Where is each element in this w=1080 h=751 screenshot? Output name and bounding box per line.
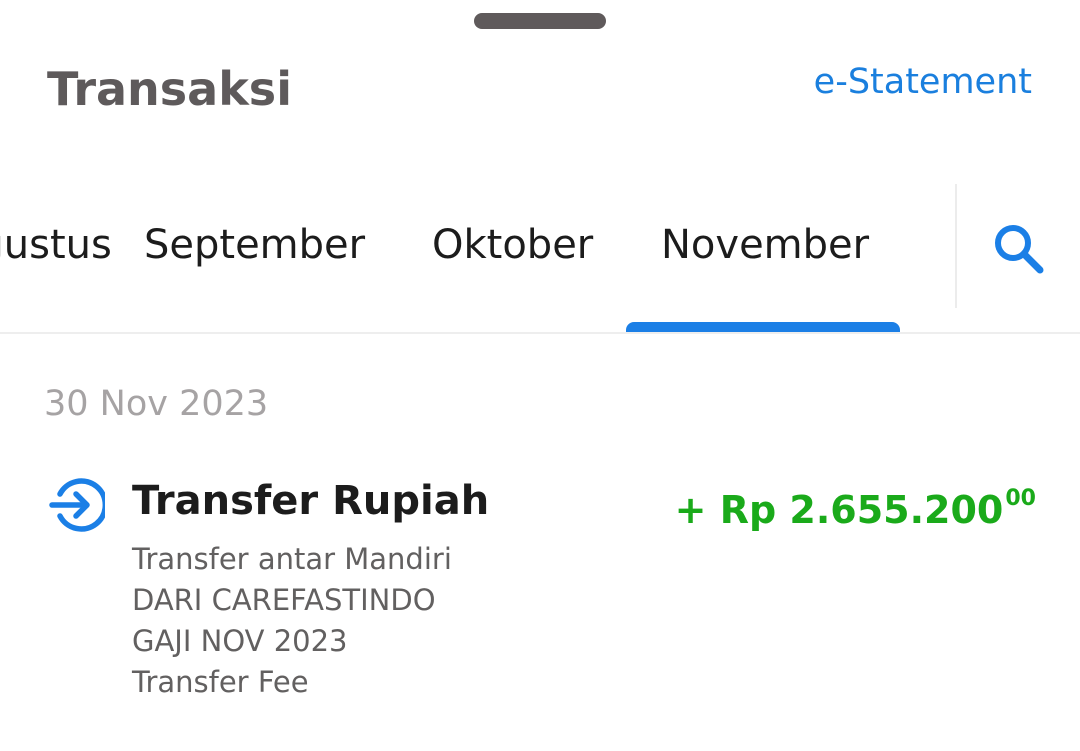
transfer-in-icon: [49, 478, 109, 532]
transaction-amount: + Rp 2.655.20000: [675, 474, 1036, 535]
tab-agustus[interactable]: Agustus: [0, 220, 112, 270]
tab-september[interactable]: September: [144, 220, 365, 270]
search-icon: [995, 225, 1044, 274]
transaction-date-header: 30 Nov 2023: [44, 384, 269, 424]
transaction-detail-line: GAJI NOV 2023: [132, 624, 348, 658]
active-tab-indicator: [626, 322, 900, 332]
transaction-detail-line: Transfer antar Mandiri: [132, 542, 452, 576]
transaction-detail-line: DARI CAREFASTINDO: [132, 583, 436, 617]
transaction-item-icon-wrap: [47, 476, 109, 534]
transaction-amount-cents: 00: [1005, 486, 1036, 511]
transaction-details: Transfer antar Mandiri DARI CAREFASTINDO…: [132, 539, 452, 703]
header-divider: [0, 332, 1080, 334]
transaction-title[interactable]: Transfer Rupiah: [132, 476, 489, 526]
transaction-detail-line: Transfer Fee: [132, 665, 309, 699]
e-statement-link[interactable]: e-Statement: [814, 60, 1032, 104]
transactions-screen: Transaksi e-Statement Agustus September …: [0, 0, 1080, 751]
search-button[interactable]: [990, 220, 1046, 276]
tab-november[interactable]: November: [661, 220, 869, 270]
page-title: Transaksi: [47, 62, 292, 116]
drag-handle[interactable]: [474, 13, 606, 29]
tab-divider: [955, 184, 957, 308]
tab-oktober[interactable]: Oktober: [432, 220, 593, 270]
month-tabs: Agustus September Oktober November: [0, 184, 956, 332]
transaction-amount-main: + Rp 2.655.200: [674, 488, 1004, 532]
